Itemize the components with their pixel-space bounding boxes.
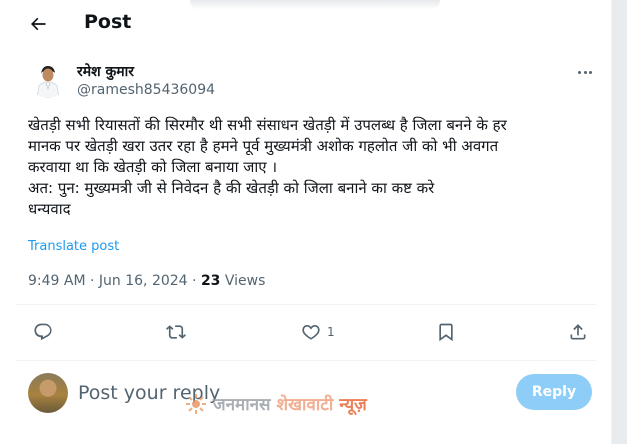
post-date[interactable]: Jun 16, 2024: [99, 273, 188, 289]
post-text-line: धन्यवाद: [28, 200, 71, 218]
post-text-line: खेतड़ी सभी रियासतों की सिरमौर थी सभी संस…: [28, 116, 507, 134]
author-avatar[interactable]: [28, 58, 68, 98]
post-actions-bar: 1: [0, 318, 612, 346]
like-count: 1: [327, 325, 335, 339]
like-button[interactable]: 1: [301, 318, 335, 346]
post-text: खेतड़ी सभी रियासतों की सिरमौर थी सभी संस…: [28, 115, 598, 220]
views-count: 23: [200, 273, 221, 289]
reply-button[interactable]: [33, 318, 53, 346]
repost-button[interactable]: [166, 318, 186, 346]
share-button[interactable]: [568, 318, 588, 346]
more-dot-icon: [578, 70, 581, 74]
repost-icon: [166, 325, 186, 339]
author-name[interactable]: रमेश कुमार: [77, 62, 134, 81]
reply-icon: [34, 323, 52, 341]
meta-separator: ·: [90, 273, 99, 289]
meta-separator: ·: [192, 273, 201, 289]
translate-post-link[interactable]: Translate post: [28, 239, 119, 254]
divider: [16, 304, 596, 305]
post-time[interactable]: 9:49 AM: [28, 273, 86, 289]
share-icon: [570, 324, 586, 340]
current-user-avatar[interactable]: [28, 373, 68, 413]
post-text-line: करवाया था कि खेतड़ी को जिला बनाया जाए ।: [28, 158, 278, 176]
watermark: जनमानस शेखावाटी न्यूज़: [185, 392, 367, 415]
arrow-left-icon: [31, 17, 46, 31]
reply-submit-button[interactable]: Reply: [516, 374, 592, 410]
post-metadata: 9:49 AM · Jun 16, 2024 · 23 Views: [28, 273, 265, 289]
more-options-button[interactable]: [574, 64, 596, 80]
post-text-line: मानक पर खेतड़ी खरा उतर रहा है हमने पूर्व…: [28, 137, 499, 155]
post-header: Post: [0, 0, 612, 48]
post-detail-panel: Post रमेश कुमार @ramesh85436094 खेतड़ी स…: [0, 0, 612, 444]
watermark-word-1: जनमानस: [213, 395, 271, 415]
user-avatar-icon: [28, 58, 68, 98]
bookmark-icon: [439, 323, 453, 342]
heart-icon: [302, 325, 320, 340]
watermark-word-2: शेखावाटी: [276, 395, 334, 415]
post-text-line: अत: पुन: मुख्यमत्री जी से निवेदन है की ख…: [28, 179, 435, 197]
back-button[interactable]: [26, 12, 50, 36]
watermark-word-3: न्यूज़: [339, 395, 367, 415]
page-title: Post: [84, 11, 132, 33]
more-dot-icon: [589, 70, 592, 74]
watermark-logo-icon: [186, 393, 206, 414]
more-dot-icon: [583, 70, 587, 74]
divider: [16, 360, 596, 361]
bookmark-button[interactable]: [436, 318, 456, 346]
views-label: Views: [224, 273, 266, 289]
author-handle[interactable]: @ramesh85436094: [77, 82, 215, 98]
